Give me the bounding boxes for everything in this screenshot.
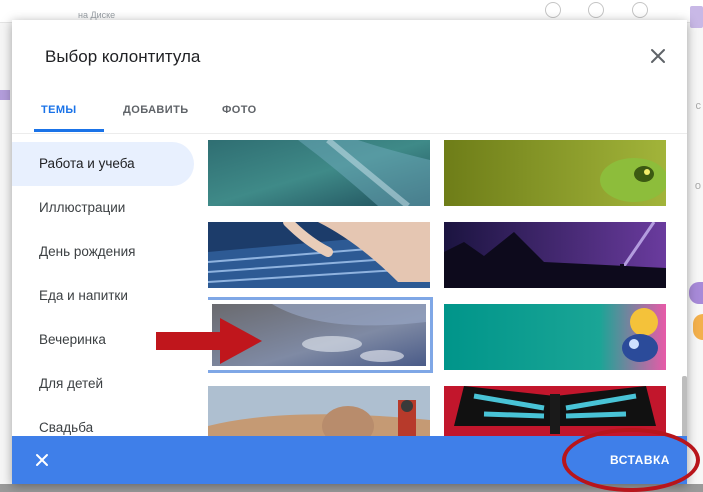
background-account-avatar[interactable]	[690, 6, 703, 28]
background-right-panel	[690, 28, 703, 484]
theme-thumbnail-frog[interactable]	[444, 140, 666, 206]
background-edge-text: с	[695, 100, 702, 112]
desert-image	[208, 386, 430, 436]
category-birthday[interactable]: День рождения	[12, 230, 194, 274]
robot-bug-image	[444, 304, 666, 370]
theme-thumbnail-ocean[interactable]	[208, 140, 430, 206]
frog-image	[444, 140, 666, 206]
header-chooser-dialog: Выбор колонтитула ТЕМЫ ДОБАВИТЬ ФОТО Раб…	[12, 20, 687, 484]
dialog-title: Выбор колонтитула	[45, 47, 201, 66]
tab-divider	[12, 133, 687, 134]
keyboard-image	[208, 222, 430, 288]
category-work-study[interactable]: Работа и учеба	[12, 142, 194, 186]
theme-gallery	[208, 140, 676, 436]
background-purple-badge	[689, 282, 703, 304]
category-kids[interactable]: Для детей	[12, 362, 194, 406]
tab-add[interactable]: ДОБАВИТЬ	[123, 100, 189, 130]
night-sky-image	[444, 222, 666, 288]
close-icon	[651, 49, 665, 63]
tab-photo[interactable]: ФОТО	[222, 100, 257, 130]
annotation-arrow-icon	[156, 318, 262, 364]
background-help-icon[interactable]	[545, 2, 561, 18]
theme-thumbnail-night-sky[interactable]	[444, 222, 666, 288]
close-icon	[36, 454, 48, 466]
category-illustrations[interactable]: Иллюстрации	[12, 186, 194, 230]
background-left-marker	[0, 90, 10, 100]
background-preview-icon[interactable]	[588, 2, 604, 18]
theme-thumbnail-desert[interactable]	[208, 386, 430, 436]
theme-thumbnail-keyboard[interactable]	[208, 222, 430, 288]
close-button[interactable]	[646, 44, 670, 68]
gallery-scrollbar[interactable]	[682, 376, 687, 442]
background-orange-badge	[693, 314, 703, 340]
footer-close-button[interactable]	[30, 448, 54, 472]
annotation-highlight-ellipse	[562, 428, 700, 492]
category-food-drinks[interactable]: Еда и напитки	[12, 274, 194, 318]
background-breadcrumb: на Диске	[78, 10, 116, 20]
ocean-image	[208, 140, 430, 206]
tab-themes[interactable]: ТЕМЫ	[41, 100, 77, 130]
active-tab-indicator	[34, 129, 104, 132]
theme-thumbnail-robot-bug[interactable]	[444, 304, 666, 370]
background-edge-text: о	[694, 180, 701, 192]
background-settings-icon[interactable]	[632, 2, 648, 18]
